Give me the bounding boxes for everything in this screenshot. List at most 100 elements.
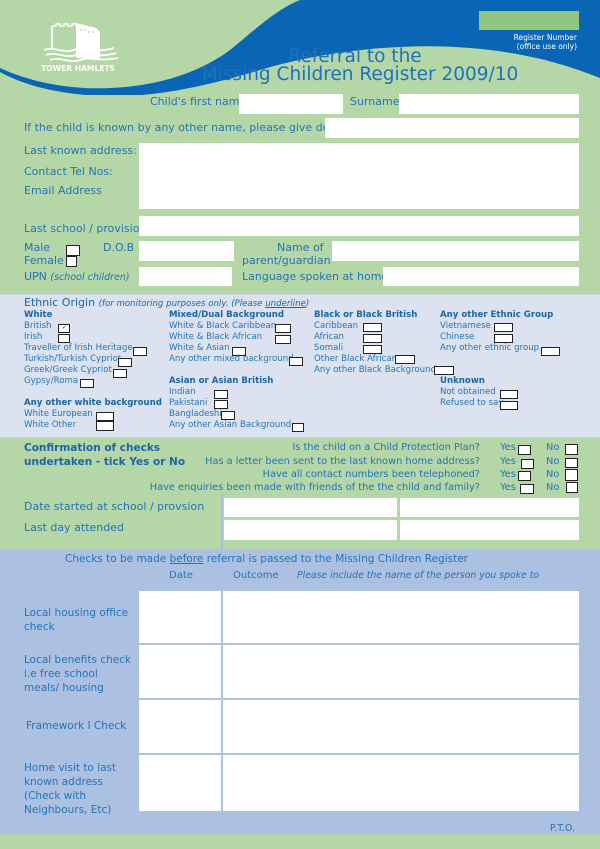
ethnic-checkbox-bangladeshi[interactable] <box>221 411 235 420</box>
ethnic-option-indian: Indian <box>169 387 196 397</box>
address-tel-email-field[interactable] <box>139 143 579 209</box>
no-checkbox-contact-numbers[interactable] <box>565 469 578 481</box>
upn-label: UPN (school children) <box>24 270 130 284</box>
no-label-4: No <box>546 482 560 493</box>
parent-field[interactable] <box>332 241 579 261</box>
surname-field[interactable] <box>399 94 579 114</box>
ethnic-checkbox-refused[interactable] <box>500 401 518 410</box>
last-day-field-1[interactable] <box>224 520 397 540</box>
ethnic-option-white-black-african: White & Black African <box>169 332 263 342</box>
email-label: Email Address <box>24 184 102 197</box>
confirmation-heading: Confirmation of checks undertaken - tick… <box>24 441 185 469</box>
ethnic-checkbox-chinese[interactable] <box>494 334 513 343</box>
ethnic-checkbox-somali[interactable] <box>363 345 382 354</box>
other-name-field[interactable] <box>325 118 579 138</box>
dob-label: D.O.B <box>103 241 135 254</box>
logo-text: TOWER HAMLETS <box>41 64 116 73</box>
no-checkbox-letter-sent[interactable] <box>565 458 578 468</box>
ethnic-origin-heading: Ethnic Origin (for monitoring purposes o… <box>24 296 309 309</box>
ethnic-checkbox-any-other-mixed[interactable] <box>289 357 303 366</box>
ethnic-option-any-other-ethnic: Any other ethnic group <box>440 343 540 353</box>
home-visit-outcome-field[interactable] <box>223 755 579 811</box>
ethnic-option-any-other-black: Any other Black Background <box>314 365 437 375</box>
last-day-field-2[interactable] <box>400 520 579 540</box>
ethnic-checkbox-any-other-asian[interactable] <box>292 423 304 432</box>
ethnic-checkbox-other-black-african[interactable] <box>395 355 415 364</box>
other-name-label: If the child is known by any other name,… <box>24 121 353 134</box>
ethnic-option-caribbean: Caribbean <box>314 321 359 331</box>
check-label-home-visit: Home visit to last known address (Check … <box>24 762 117 816</box>
ethnic-option-any-other-asian: Any other Asian Background <box>169 420 292 430</box>
date-started-label: Date started at school / provsion <box>24 500 205 513</box>
ethnic-checkbox-irish[interactable] <box>58 334 70 343</box>
dob-field[interactable] <box>139 241 234 261</box>
benefits-outcome-field[interactable] <box>223 645 579 698</box>
framework-outcome-field[interactable] <box>223 700 579 753</box>
ethnic-option-british: British <box>24 321 52 331</box>
ethnic-option-vietnamese: Vietnamese <box>440 321 491 331</box>
register-number-label-line1: Register Number <box>513 33 577 42</box>
date-started-field-2[interactable] <box>400 498 579 517</box>
ethnic-checkbox-white-black-caribbean[interactable] <box>275 324 291 333</box>
surname-label: Surname <box>350 95 400 108</box>
ethnic-checkbox-turkish[interactable] <box>118 358 132 367</box>
ethnic-checkbox-any-other-ethnic[interactable] <box>541 347 560 356</box>
ethnic-checkbox-white-european[interactable] <box>96 412 114 421</box>
ethnic-checkbox-pakistani[interactable] <box>214 400 228 409</box>
ethnic-title: Ethnic Origin <box>24 296 96 309</box>
confirmation-heading-line1: Confirmation of checks <box>24 442 161 454</box>
no-checkbox-enquiries[interactable] <box>566 482 578 493</box>
last-day-label: Last day attended <box>24 521 124 534</box>
first-name-label: Child's first name <box>150 95 247 108</box>
divider-line <box>221 495 223 549</box>
ethnic-checkbox-gypsy[interactable] <box>80 379 94 388</box>
check-label-benefits: Local benefits check i.e free school mea… <box>24 654 132 694</box>
first-name-field[interactable] <box>239 94 343 114</box>
ethnic-checkbox-british[interactable]: ✓ <box>58 324 70 333</box>
ethnic-checkbox-vietnamese[interactable] <box>494 323 513 332</box>
yes-checkbox-letter-sent[interactable] <box>521 459 534 469</box>
benefits-date-field[interactable] <box>139 645 221 698</box>
ethnic-checkbox-caribbean[interactable] <box>363 323 382 332</box>
housing-date-field[interactable] <box>139 591 221 643</box>
ethnic-option-irish: Irish <box>24 332 43 342</box>
ethnic-checkbox-white-other[interactable] <box>96 421 114 431</box>
female-checkbox[interactable] <box>66 256 77 267</box>
col-outcome-header: Outcome <box>233 570 279 581</box>
yes-checkbox-contact-numbers[interactable] <box>518 471 531 481</box>
register-number-box[interactable] <box>479 11 579 30</box>
ethnic-checkbox-indian[interactable] <box>214 390 228 399</box>
date-started-field-1[interactable] <box>224 498 397 517</box>
question-contact-numbers: Have all contact numbers been telephoned… <box>262 469 480 480</box>
yes-checkbox-enquiries[interactable] <box>520 484 534 494</box>
ethnic-checkbox-any-other-black[interactable] <box>434 366 454 375</box>
upn-field[interactable] <box>139 267 232 286</box>
ethnic-checkbox-african[interactable] <box>363 334 382 343</box>
no-checkbox-child-protection[interactable] <box>565 444 578 455</box>
ethnic-heading-mixed: Mixed/Dual Background <box>169 310 284 320</box>
yes-checkbox-child-protection[interactable] <box>518 445 531 455</box>
check-label-housing: Local housing office check <box>24 607 129 633</box>
tick-mark-icon: ✓ <box>62 324 68 331</box>
ethnic-option-pakistani: Pakistani <box>169 398 208 408</box>
ethnic-note-underlined: underline <box>265 299 306 309</box>
male-label: Male <box>24 241 51 254</box>
tower-hamlets-logo: TOWER HAMLETS <box>38 20 128 76</box>
home-visit-date-field[interactable] <box>139 755 221 811</box>
language-label: Language spoken at home <box>242 270 389 283</box>
ethnic-checkbox-white-black-african[interactable] <box>275 335 291 344</box>
question-enquiries: Have enquiries been made with friends of… <box>149 482 480 493</box>
parent-label-line1: Name of <box>277 241 324 254</box>
ethnic-checkbox-traveller[interactable] <box>133 347 147 356</box>
ethnic-note-suffix: ) <box>305 299 310 309</box>
pto-label: P.T.O. <box>549 823 575 834</box>
ethnic-option-white-black-caribbean: White & Black Caribbean <box>169 321 277 331</box>
housing-outcome-field[interactable] <box>223 591 579 643</box>
ethnic-checkbox-greek[interactable] <box>113 369 127 378</box>
male-checkbox[interactable] <box>66 245 80 256</box>
col-date-header: Date <box>169 570 193 581</box>
language-field[interactable] <box>383 267 579 286</box>
framework-date-field[interactable] <box>139 700 221 753</box>
last-school-field[interactable] <box>139 216 579 236</box>
no-label-1: No <box>546 442 560 453</box>
